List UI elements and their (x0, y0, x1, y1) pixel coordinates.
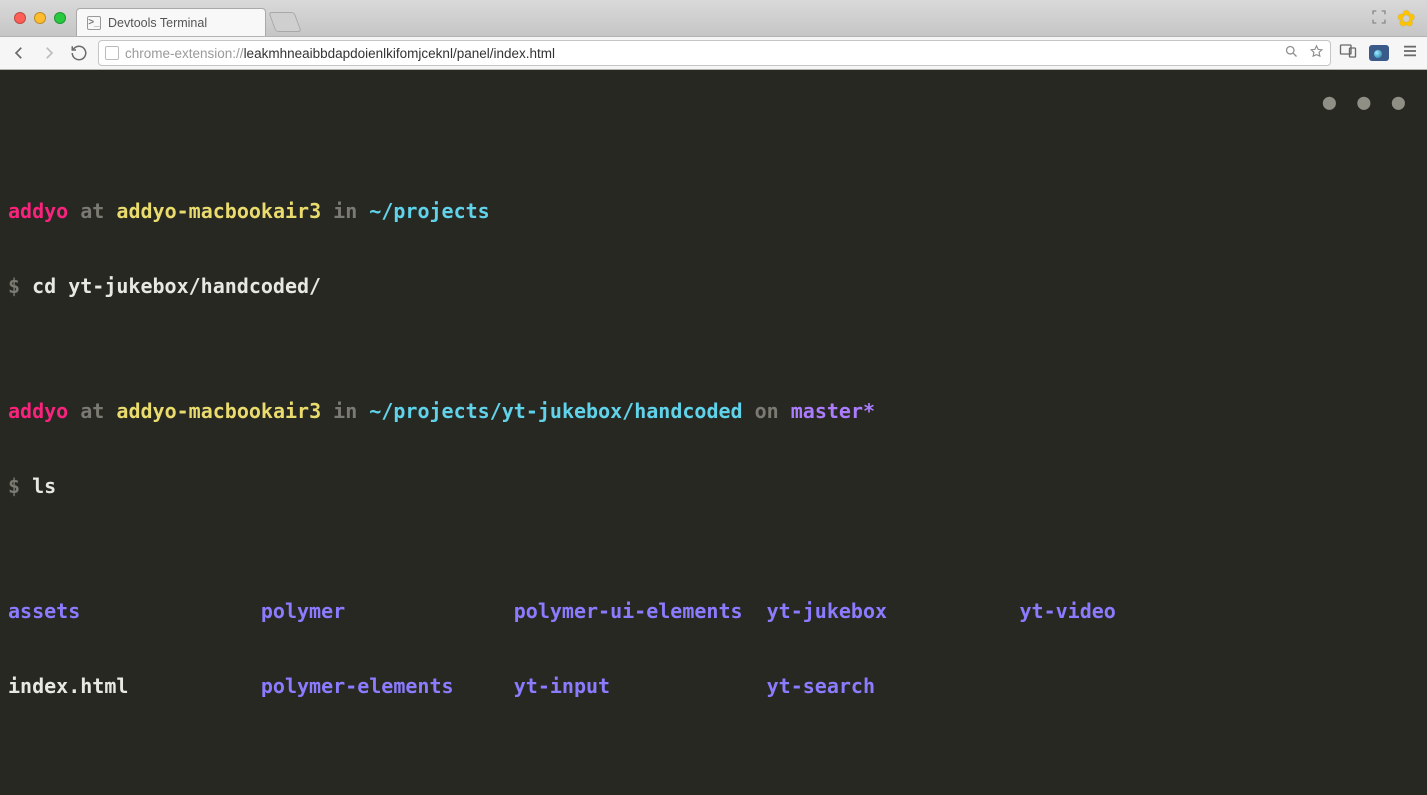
ls-entry: polymer (261, 599, 345, 623)
terminal-line: $ ls (8, 474, 1419, 499)
chrome-menu-icon[interactable] (1401, 42, 1419, 65)
page-icon (105, 46, 119, 60)
ps1-branch: master* (791, 399, 875, 423)
reload-button[interactable] (68, 42, 90, 64)
ps1-dollar: $ (8, 274, 20, 298)
screenshot-extension-icon[interactable] (1369, 45, 1389, 61)
ps1-at: at (80, 399, 104, 423)
devices-icon[interactable] (1339, 42, 1357, 65)
ls-entry: assets (8, 599, 80, 623)
terminal-ellipsis-menu[interactable]: ● ● ● (1323, 90, 1409, 115)
back-button[interactable] (8, 42, 30, 64)
cmd-cd: cd yt-jukebox/handcoded/ (32, 274, 321, 298)
cmd-ls: ls (32, 474, 56, 498)
browser-tab-bar: >_ Devtools Terminal (0, 0, 1427, 36)
tab-title: Devtools Terminal (108, 16, 207, 30)
ps1-host: addyo-macbookair3 (116, 399, 321, 423)
ls-entry: polymer-elements (261, 674, 454, 698)
terminal-line: $ cd yt-jukebox/handcoded/ (8, 274, 1419, 299)
fullscreen-icon[interactable] (1371, 9, 1387, 25)
terminal-pane[interactable]: ● ● ● addyo at addyo-macbookair3 in ~/pr… (0, 70, 1427, 795)
new-tab-button[interactable] (268, 12, 301, 32)
ps1-in: in (333, 399, 357, 423)
ps1-at: at (80, 199, 104, 223)
url-scheme: chrome-extension:// (125, 46, 244, 61)
flower-extension-icon[interactable] (1397, 6, 1419, 28)
ps1-user: addyo (8, 399, 68, 423)
forward-button[interactable] (38, 42, 60, 64)
ls-entry: yt-input (514, 674, 610, 698)
ps1-on: on (755, 399, 779, 423)
ps1-host: addyo-macbookair3 (116, 199, 321, 223)
ps1-in: in (333, 199, 357, 223)
ps1-path: ~/projects (369, 199, 489, 223)
ls-output-row: index.html polymer-elements yt-input yt-… (8, 674, 1419, 699)
terminal-line: addyo at addyo-macbookair3 in ~/projects (8, 199, 1419, 224)
browser-tab-active[interactable]: >_ Devtools Terminal (76, 8, 266, 36)
ls-entry: yt-video (1020, 599, 1116, 623)
ls-entry: yt-jukebox (767, 599, 887, 623)
bookmark-star-icon[interactable] (1309, 44, 1324, 62)
ls-entry: yt-search (767, 674, 875, 698)
close-window-button[interactable] (14, 12, 26, 24)
url-path: leakmhneaibbdapdoienlkifomjceknl/panel/i… (244, 46, 555, 61)
terminal-line: addyo at addyo-macbookair3 in ~/projects… (8, 399, 1419, 424)
zoom-window-button[interactable] (54, 12, 66, 24)
terminal-favicon-icon: >_ (87, 16, 101, 30)
ls-entry: polymer-ui-elements (514, 599, 743, 623)
browser-toolbar: chrome-extension://leakmhneaibbdapdoienl… (0, 36, 1427, 70)
ls-entry: index.html (8, 674, 128, 698)
address-bar[interactable]: chrome-extension://leakmhneaibbdapdoienl… (98, 40, 1331, 66)
ls-output-row: assets polymer polymer-ui-elements yt-ju… (8, 599, 1419, 624)
window-controls (14, 12, 66, 24)
ps1-dollar: $ (8, 474, 20, 498)
search-icon[interactable] (1284, 44, 1299, 62)
ps1-user: addyo (8, 199, 68, 223)
ps1-path: ~/projects/yt-jukebox/handcoded (369, 399, 742, 423)
minimize-window-button[interactable] (34, 12, 46, 24)
